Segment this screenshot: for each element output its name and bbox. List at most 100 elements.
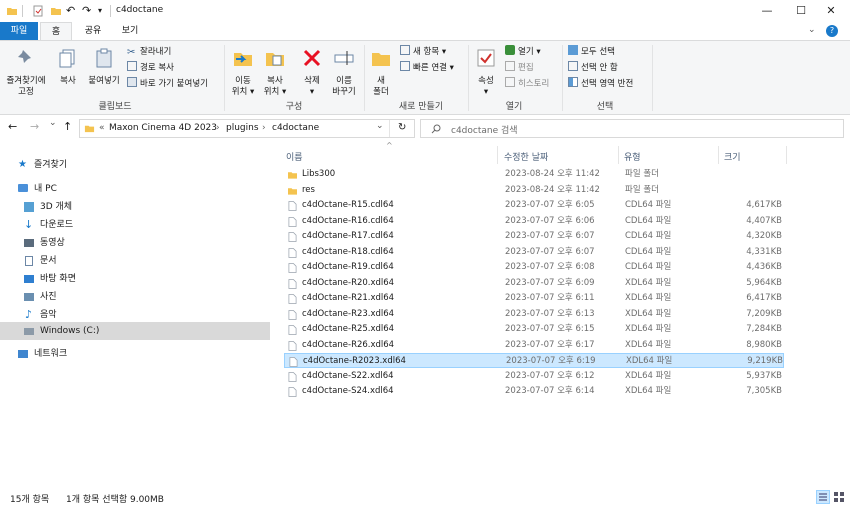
rename-button[interactable]: 이름 바꾸기 (328, 47, 360, 98)
nav-pictures[interactable]: 사진 (0, 288, 270, 306)
column-header-type[interactable]: 유형 (624, 150, 641, 163)
undo-icon[interactable]: ↶ (66, 5, 78, 17)
open-button[interactable]: 열기 ▾ (505, 45, 541, 59)
table-row[interactable]: res 2023-08-24 오후 11:42 파일 폴더 (284, 183, 784, 198)
table-row[interactable]: c4dOctane-R16.cdl64 2023-07-07 오후 6:06 CDL… (284, 214, 784, 229)
select-all-button[interactable]: 모두 선택 (568, 45, 615, 59)
table-row[interactable]: Libs300 2023-08-24 오후 11:42 파일 폴더 (284, 167, 784, 182)
recent-locations-button[interactable]: ⌄ (49, 118, 57, 128)
copy-to-button[interactable]: 복사 위치 ▾ (260, 47, 290, 98)
cut-button[interactable]: ✂ 잘라내기 (127, 45, 171, 59)
nav-label: 사진 (40, 292, 57, 302)
refresh-button[interactable]: ↻ (398, 122, 406, 133)
back-button[interactable]: ← (8, 120, 17, 133)
table-row[interactable]: c4dOctane-R19.cdl64 2023-07-07 오후 6:08 CDL… (284, 260, 784, 275)
invert-selection-button[interactable]: 선택 영역 반전 (568, 77, 633, 91)
file-name: c4dOctane-S24.xdl64 (302, 386, 394, 396)
nav-3d-objects[interactable]: 3D 개체 (0, 198, 270, 216)
tab-home[interactable]: 홈 (40, 22, 72, 40)
file-type: XDL64 파일 (626, 356, 673, 366)
breadcrumb-overflow[interactable]: « (99, 123, 105, 133)
file-size: 4,436KB (746, 262, 782, 272)
divider (110, 5, 111, 17)
customize-quick-access-icon[interactable]: ▾ (98, 5, 110, 17)
scissors-icon: ✂ (127, 47, 136, 58)
new-folder-icon[interactable] (50, 5, 62, 17)
table-row[interactable]: c4dOctane-R20.xdl64 2023-07-07 오후 6:09 XDL… (284, 276, 784, 291)
tab-view[interactable]: 보기 (114, 22, 146, 40)
select-none-button[interactable]: 선택 안 함 (568, 61, 618, 75)
edit-label: 편집 (518, 63, 534, 73)
table-row[interactable]: c4dOctane-R26.xdl64 2023-07-07 오후 6:17 XDL… (284, 338, 784, 353)
table-row[interactable]: c4dOctane-R15.cdl64 2023-07-07 오후 6:05 CDL… (284, 198, 784, 213)
copy-path-button[interactable]: 경로 복사 (127, 61, 174, 75)
easy-access-button[interactable]: 빠른 연결 ▾ (400, 61, 454, 75)
nav-documents[interactable]: 문서 (0, 252, 270, 270)
move-to-icon (234, 53, 252, 66)
delete-button[interactable]: 삭제 ▾ (298, 47, 326, 98)
nav-quick-access[interactable]: ★ 즐겨찾기 (0, 156, 270, 174)
column-header-size[interactable]: 크기 (724, 150, 741, 163)
column-header-date[interactable]: 수정한 날짜 (504, 150, 548, 163)
edit-icon (505, 61, 515, 71)
select-none-icon (568, 61, 578, 71)
breadcrumb-item[interactable]: c4doctane (272, 123, 319, 133)
table-row[interactable]: c4dOctane-R25.xdl64 2023-07-07 오후 6:15 XDL… (284, 322, 784, 337)
new-folder-button[interactable]: 새 폴더 (368, 47, 394, 98)
open-label: 열기 ▾ (518, 47, 541, 57)
table-row[interactable]: c4dOctane-S22.xdl64 2023-07-07 오후 6:12 XDL… (284, 369, 784, 384)
table-row[interactable]: c4dOctane-R23.xdl64 2023-07-07 오후 6:13 XDL… (284, 307, 784, 322)
nav-label: 바탕 화면 (40, 274, 76, 284)
file-size: 7,284KB (746, 324, 782, 334)
divider (22, 5, 23, 17)
file-name: c4dOctane-R23.xdl64 (302, 308, 395, 319)
tab-share[interactable]: 공유 (78, 22, 108, 40)
help-icon[interactable]: ? (826, 25, 838, 37)
nav-downloads[interactable]: ↓ 다운로드 (0, 216, 270, 234)
close-button[interactable]: ✕ (812, 0, 850, 22)
properties-icon[interactable] (32, 5, 44, 17)
pin-quick-access-button[interactable]: 즐겨찾기에 고정 (4, 47, 48, 98)
search-input[interactable]: c4doctane 검색 (420, 119, 844, 138)
paste-button[interactable]: 붙여넣기 (84, 47, 124, 87)
file-size: 7,305KB (746, 386, 782, 396)
table-row[interactable]: c4dOctane-S24.xdl64 2023-07-07 오후 6:14 XDL… (284, 384, 784, 399)
details-view-button[interactable] (816, 490, 830, 504)
nav-videos[interactable]: 동영상 (0, 234, 270, 252)
large-icons-view-button[interactable] (832, 490, 846, 504)
address-bar[interactable]: « Maxon Cinema 4D 2023 › plugins › c4doc… (79, 119, 415, 138)
nav-this-pc[interactable]: 내 PC (0, 180, 270, 198)
history-button[interactable]: 히스토리 (505, 77, 549, 91)
nav-network[interactable]: 네트워크 (0, 345, 270, 363)
file-type: CDL64 파일 (625, 215, 672, 226)
table-row[interactable]: c4dOctane-R17.cdl64 2023-07-07 오후 6:07 CDL… (284, 229, 784, 244)
breadcrumb-item[interactable]: plugins (226, 123, 259, 133)
nav-windows-c[interactable]: Windows (C:) (0, 322, 270, 340)
forward-button[interactable]: → (30, 120, 39, 133)
new-item-button[interactable]: 새 항목 ▾ (400, 45, 446, 59)
redo-icon[interactable]: ↷ (82, 5, 94, 17)
nav-desktop[interactable]: 바탕 화면 (0, 270, 270, 288)
breadcrumb-item[interactable]: Maxon Cinema 4D 2023 (109, 123, 217, 133)
copy-to-label: 복사 (267, 76, 283, 86)
search-placeholder: c4doctane 검색 (451, 126, 518, 136)
paste-shortcut-button[interactable]: 바로 가기 붙여넣기 (127, 77, 208, 91)
copy-button[interactable]: 복사 (52, 47, 84, 87)
column-header-name[interactable]: 이름 (286, 150, 303, 163)
rename-label-2: 바꾸기 (332, 87, 356, 97)
table-row[interactable]: c4dOctane-R21.xdl64 2023-07-07 오후 6:11 XDL… (284, 291, 784, 306)
up-button[interactable]: ↑ (63, 120, 72, 133)
address-dropdown-button[interactable]: ⌄ (376, 121, 384, 131)
collapse-ribbon-icon[interactable]: ⌄ (808, 25, 816, 35)
properties-button[interactable]: 속성 ▾ (472, 47, 500, 98)
tab-file[interactable]: 파일 (0, 22, 38, 40)
properties-label-2: ▾ (483, 87, 489, 97)
move-to-button[interactable]: 이동 위치 ▾ (228, 47, 258, 98)
table-row[interactable]: c4dOctane-R2023.xdl64 2023-07-07 오후 6:19 X… (284, 353, 784, 368)
file-type: 파일 폴더 (625, 184, 659, 195)
table-row[interactable]: c4dOctane-R18.cdl64 2023-07-07 오후 6:07 CDL… (284, 245, 784, 260)
edit-button[interactable]: 편집 (505, 61, 534, 75)
file-date: 2023-07-07 오후 6:09 (505, 277, 595, 288)
file-type: XDL64 파일 (625, 277, 672, 288)
file-date: 2023-08-24 오후 11:42 (505, 169, 600, 179)
